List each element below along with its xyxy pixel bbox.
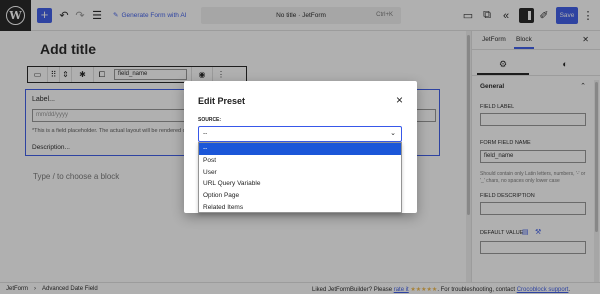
dropdown-option[interactable]: User	[199, 167, 401, 179]
dropdown-option[interactable]: URL Query Variable	[199, 178, 401, 190]
source-select-value: --	[203, 130, 208, 137]
dropdown-option[interactable]: Related Items	[199, 202, 401, 212]
close-icon[interactable]: ×	[396, 93, 403, 107]
dropdown-option[interactable]: --	[199, 143, 401, 155]
chevron-down-icon: ⌄	[390, 130, 396, 137]
dropdown-option[interactable]: Post	[199, 155, 401, 167]
dropdown-option[interactable]: Option Page	[199, 190, 401, 202]
source-select[interactable]: -- ⌄	[198, 126, 402, 142]
source-label: SOURCE:	[198, 117, 222, 123]
source-dropdown-list: -- Post User URL Query Variable Option P…	[198, 142, 402, 213]
modal-title: Edit Preset	[198, 96, 246, 106]
